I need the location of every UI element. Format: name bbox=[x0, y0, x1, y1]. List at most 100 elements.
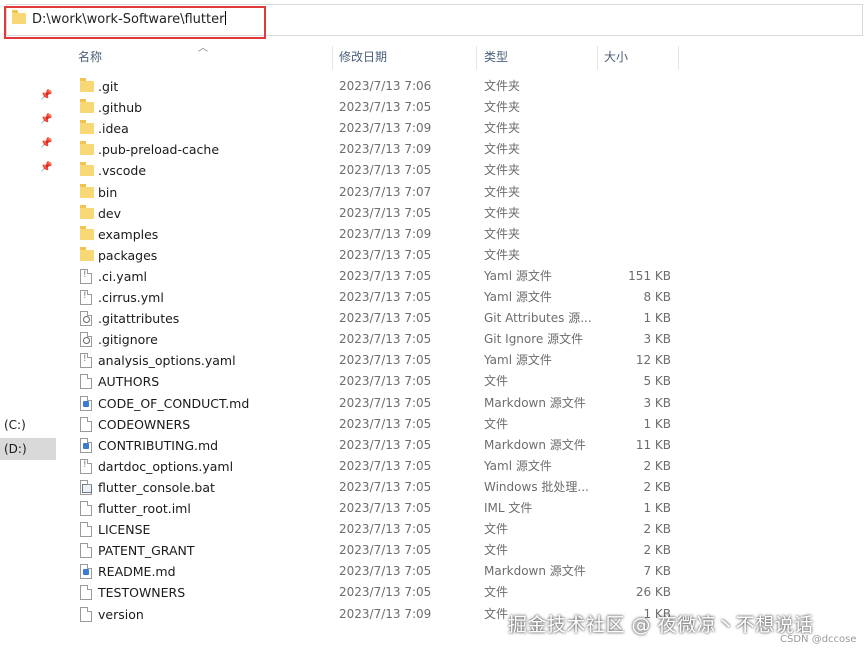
file-row[interactable]: .gitignore 2023/7/13 7:05 Git Ignore 源文件 3 … bbox=[74, 329, 694, 350]
file-type: 文件 bbox=[484, 374, 509, 389]
file-row[interactable]: flutter_console.bat 2023/7/13 7:05 Windows… bbox=[74, 477, 694, 498]
file-type: Git Attributes 源... bbox=[484, 311, 592, 326]
file-size: 151 KB bbox=[628, 268, 671, 283]
file-size: 11 KB bbox=[635, 437, 671, 452]
folder-icon bbox=[80, 141, 94, 156]
file-row[interactable]: .vscode 2023/7/13 7:05 文件夹 bbox=[74, 160, 694, 181]
watermark-sub: CSDN @dccose bbox=[780, 634, 857, 645]
column-header: ︿ 名称 修改日期 类型 大小 bbox=[74, 43, 865, 71]
file-type: Windows 批处理... bbox=[484, 479, 589, 494]
file-modified: 2023/7/13 7:05 bbox=[339, 311, 432, 326]
file-name: README.md bbox=[98, 564, 176, 580]
file-row[interactable]: .gitattributes 2023/7/13 7:05 Git Attribut… bbox=[74, 308, 694, 329]
file-modified: 2023/7/13 7:07 bbox=[339, 184, 432, 199]
pin-icon[interactable]: 📌 bbox=[40, 138, 52, 150]
file-modified: 2023/7/13 7:05 bbox=[339, 437, 432, 452]
pin-icon[interactable]: 📌 bbox=[40, 90, 52, 102]
file-row[interactable]: bin 2023/7/13 7:07 文件夹 bbox=[74, 182, 694, 203]
file-name: flutter_root.iml bbox=[98, 501, 191, 516]
file-name: TESTOWNERS bbox=[98, 585, 186, 601]
yaml-file-icon bbox=[80, 290, 92, 305]
file-row[interactable]: .idea 2023/7/13 7:09 文件夹 bbox=[74, 118, 694, 139]
watermark: 掘金技术社区 @ 夜微凉丶不想说话 bbox=[508, 614, 814, 636]
batch-file-icon bbox=[80, 479, 92, 495]
pin-icon[interactable]: 📌 bbox=[40, 114, 52, 126]
file-row[interactable]: dev 2023/7/13 7:05 文件夹 bbox=[74, 203, 694, 224]
file-type: 文件夹 bbox=[484, 163, 521, 178]
file-modified: 2023/7/13 7:05 bbox=[339, 416, 432, 431]
column-divider[interactable] bbox=[597, 46, 598, 70]
file-row[interactable]: .git 2023/7/13 7:06 文件夹 bbox=[74, 76, 694, 97]
file-row[interactable]: examples 2023/7/13 7:09 文件夹 bbox=[74, 224, 694, 245]
file-name: version bbox=[98, 606, 144, 622]
file-type: 文件夹 bbox=[484, 121, 521, 136]
nav-drive-d[interactable]: (D:) bbox=[0, 438, 56, 460]
file-size: 1 KB bbox=[643, 311, 671, 326]
file-size: 3 KB bbox=[643, 332, 671, 347]
file-type: Markdown 源文件 bbox=[484, 564, 586, 579]
file-row[interactable]: analysis_options.yaml 2023/7/13 7:05 Yaml … bbox=[74, 350, 694, 371]
file-row[interactable]: CONTRIBUTING.md 2023/7/13 7:05 Markdown 源文… bbox=[74, 435, 694, 456]
column-divider[interactable] bbox=[476, 46, 477, 70]
column-divider[interactable] bbox=[678, 46, 679, 70]
file-modified: 2023/7/13 7:05 bbox=[339, 290, 432, 304]
file-row[interactable]: packages 2023/7/13 7:05 文件夹 bbox=[74, 245, 694, 266]
folder-icon bbox=[80, 183, 94, 198]
file-size: 8 KB bbox=[643, 290, 671, 304]
file-name: analysis_options.yaml bbox=[98, 353, 236, 369]
file-name: AUTHORS bbox=[98, 374, 160, 390]
file-type: 文件夹 bbox=[484, 100, 521, 115]
file-row[interactable]: dartdoc_options.yaml 2023/7/13 7:05 Yaml 源… bbox=[74, 456, 694, 477]
file-type: Yaml 源文件 bbox=[484, 290, 552, 304]
file-size: 1 KB bbox=[643, 501, 671, 515]
file-type: Yaml 源文件 bbox=[484, 353, 552, 368]
pin-icon[interactable]: 📌 bbox=[40, 162, 52, 174]
file-name: .github bbox=[98, 100, 143, 116]
file-row[interactable]: .github 2023/7/13 7:05 文件夹 bbox=[74, 97, 694, 118]
file-row[interactable]: README.md 2023/7/13 7:05 Markdown 源文件 7 KB bbox=[74, 561, 694, 582]
folder-icon bbox=[80, 204, 94, 219]
file-name: CONTRIBUTING.md bbox=[98, 437, 219, 453]
column-header-size[interactable]: 大小 bbox=[604, 44, 628, 71]
file-name: .git bbox=[98, 79, 119, 94]
markdown-file-icon bbox=[80, 437, 92, 453]
file-size: 2 KB bbox=[643, 458, 671, 473]
file-type: IML 文件 bbox=[484, 501, 533, 515]
file-name: .cirrus.yml bbox=[98, 290, 164, 305]
file-row[interactable]: CODEOWNERS 2023/7/13 7:05 文件 1 KB bbox=[74, 414, 694, 435]
file-modified: 2023/7/13 7:05 bbox=[339, 205, 432, 220]
file-type: Markdown 源文件 bbox=[484, 395, 586, 410]
file-name: .pub-preload-cache bbox=[98, 142, 220, 158]
column-divider[interactable] bbox=[332, 46, 333, 70]
yaml-file-icon bbox=[80, 268, 92, 284]
column-header-type[interactable]: 类型 bbox=[484, 44, 508, 71]
file-row[interactable]: LICENSE 2023/7/13 7:05 文件 2 KB bbox=[74, 519, 694, 540]
file-type: 文件夹 bbox=[484, 205, 521, 220]
file-name: .idea bbox=[98, 121, 129, 137]
file-size: 2 KB bbox=[643, 479, 671, 494]
file-row[interactable]: AUTHORS 2023/7/13 7:05 文件 5 KB bbox=[74, 371, 694, 392]
nav-drive-c[interactable]: (C:) bbox=[0, 414, 56, 436]
file-name: dev bbox=[98, 205, 122, 221]
file-name: packages bbox=[98, 247, 158, 263]
column-header-modified[interactable]: 修改日期 bbox=[339, 44, 387, 71]
file-row[interactable]: PATENT_GRANT 2023/7/13 7:05 文件 2 KB bbox=[74, 540, 694, 561]
markdown-file-icon bbox=[80, 395, 92, 411]
folder-icon bbox=[80, 99, 94, 114]
file-type: Git Ignore 源文件 bbox=[484, 332, 584, 347]
file-row[interactable]: .pub-preload-cache 2023/7/13 7:09 文件夹 bbox=[74, 139, 694, 160]
file-name: .gitattributes bbox=[98, 311, 180, 327]
file-modified: 2023/7/13 7:05 bbox=[339, 374, 432, 389]
file-name: .ci.yaml bbox=[98, 268, 147, 284]
markdown-file-icon bbox=[80, 564, 92, 580]
folder-icon bbox=[80, 78, 94, 92]
file-size: 5 KB bbox=[643, 374, 671, 389]
column-header-name[interactable]: 名称 bbox=[78, 44, 102, 71]
file-row[interactable]: CODE_OF_CONDUCT.md 2023/7/13 7:05 Markdown… bbox=[74, 393, 694, 414]
file-row[interactable]: TESTOWNERS 2023/7/13 7:05 文件 26 KB bbox=[74, 582, 694, 603]
file-row[interactable]: flutter_root.iml 2023/7/13 7:05 IML 文件 1 KB bbox=[74, 498, 694, 519]
file-row[interactable]: .ci.yaml 2023/7/13 7:05 Yaml 源文件 151 KB bbox=[74, 266, 694, 287]
file-name: dartdoc_options.yaml bbox=[98, 458, 234, 474]
file-row[interactable]: .cirrus.yml 2023/7/13 7:05 Yaml 源文件 8 KB bbox=[74, 287, 694, 308]
file-modified: 2023/7/13 7:05 bbox=[339, 501, 432, 515]
